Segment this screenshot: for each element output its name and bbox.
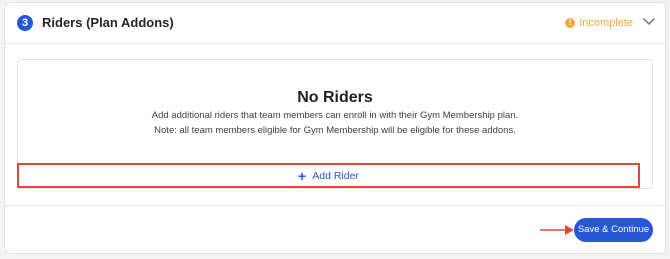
status-label: Incomplete <box>579 17 633 29</box>
chevron-down-icon[interactable] <box>643 17 655 27</box>
add-rider-label: Add Rider <box>312 169 359 182</box>
section-header[interactable]: 3 Riders (Plan Addons) ! Incomplete <box>5 3 665 44</box>
step-number-badge: 3 <box>17 15 33 31</box>
add-rider-button[interactable]: + Add Rider <box>17 163 640 188</box>
info-icon: ! <box>565 18 576 28</box>
empty-state-note: Note: all team members eligible for Gym … <box>154 125 516 136</box>
footer-divider <box>5 205 665 206</box>
status-indicator: ! Incomplete <box>565 16 633 30</box>
empty-state-description: Add additional riders that team members … <box>151 110 519 121</box>
riders-section-card: 3 Riders (Plan Addons) ! Incomplete No R… <box>4 2 666 254</box>
plus-icon: + <box>298 167 307 184</box>
section-title: Riders (Plan Addons) <box>42 15 174 30</box>
save-continue-button[interactable]: Save & Continue <box>574 218 653 242</box>
arrow-right-icon <box>540 225 574 235</box>
empty-state-title: No Riders <box>297 89 373 106</box>
riders-panel: No Riders Add additional riders that tea… <box>17 59 653 189</box>
